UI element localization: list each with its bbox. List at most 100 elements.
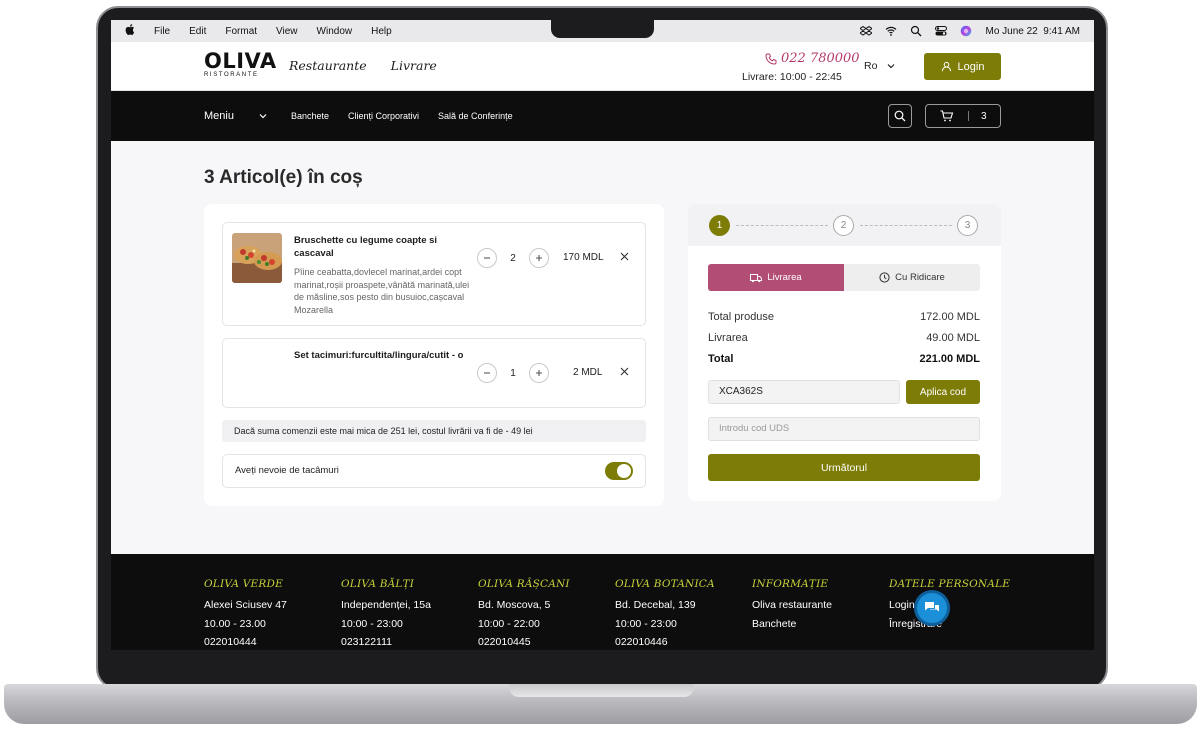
footer-phone[interactable]: 022010446 [615,636,715,649]
close-icon [620,367,629,376]
menubar-edit[interactable]: Edit [189,26,206,37]
product-image[interactable] [232,233,282,283]
footer-phone[interactable]: 023122111 [341,636,431,649]
footer-phone[interactable]: 022010445 [478,636,570,649]
checkout-steps: 1 2 3 [688,204,1001,246]
quantity-stepper: 2 [477,248,549,268]
decrease-button[interactable] [477,363,497,383]
dropbox-icon[interactable] [860,25,873,37]
menubar-view[interactable]: View [276,26,298,37]
step-2[interactable]: 2 [833,215,854,236]
menubar-datetime[interactable]: Mo June 22 9:41 AM [985,26,1080,37]
step-connector [860,225,952,226]
login-button[interactable]: Login [924,53,1001,80]
user-icon [941,61,951,72]
menu-dropdown[interactable]: Meniu [204,110,267,122]
footer-heading: OLIVA VERDE [204,578,283,590]
menubar-window[interactable]: Window [317,26,353,37]
item-price: 2 MDL [573,367,603,378]
decrease-button[interactable] [477,248,497,268]
phone-text: 022 780000 [781,51,860,66]
footer-link[interactable]: Înregistrare [889,618,1010,631]
search-button[interactable] [888,104,912,128]
footer-link[interactable]: Banchete [752,618,832,631]
chat-button[interactable] [914,590,950,626]
category-nav: Meniu Banchete Clienți Corporativi Sală … [111,91,1094,141]
screen: File Edit Format View Window Help Mo Jun… [111,20,1094,650]
nav-clienti-corporativi[interactable]: Clienți Corporativi [348,111,419,121]
cart-separator [968,111,969,121]
close-icon [620,252,629,261]
quantity-value: 1 [510,367,516,379]
promo-code-input[interactable]: XCA362S [708,380,900,404]
order-summary-panel: 1 2 3 Livrarea Cu Ridicare Total produse [688,204,1001,501]
truck-icon [750,273,763,282]
cart-button[interactable]: 3 [925,104,1001,128]
wifi-icon[interactable] [885,25,897,37]
row-label: Total produse [708,311,775,323]
increase-button[interactable] [529,248,549,268]
step-3[interactable]: 3 [957,215,978,236]
oliva-logo[interactable]: OLIVA RISTORANTE [204,51,277,79]
footer-hours: 10.00 - 23.00 [204,617,266,630]
quantity-stepper: 1 [477,363,549,383]
delivery-hours: Livrare: 10:00 - 22:45 [742,71,842,83]
cart-item: Bruschette cu legume coapte si cascaval … [222,222,646,326]
chat-icon [925,602,939,612]
cutlery-toggle[interactable] [605,462,633,480]
plus-icon [536,370,542,376]
menubar-help[interactable]: Help [371,26,392,37]
site-header: OLIVA RISTORANTE Restaurante Livrare 022… [111,42,1094,91]
step-1[interactable]: 1 [709,215,730,236]
footer-phone[interactable]: 022010444 [204,636,287,649]
phone-icon [765,53,777,65]
footer-column: OLIVA BĂLȚI Independenței, 15a 10:00 - 2… [341,578,431,650]
tab-pickup[interactable]: Cu Ridicare [844,264,980,291]
row-value: 172.00 MDL [920,311,980,323]
uds-code-input[interactable]: Introdu cod UDS [708,417,980,441]
nav-restaurante[interactable]: Restaurante [289,58,367,73]
footer-heading: OLIVA RÂȘCANI [478,578,570,590]
footer-heading: OLIVA BOTANICA [615,578,715,590]
summary-row-products: Total produse 172.00 MDL [708,311,980,323]
quantity-value: 2 [510,252,516,264]
phone-number[interactable]: 022 780000 [765,51,860,66]
chevron-down-icon [888,64,895,69]
camera-notch [551,20,654,38]
footer-column: OLIVA RÂȘCANI Bd. Moscova, 5 10:00 - 22:… [478,578,570,650]
siri-icon[interactable] [960,25,972,37]
menubar-format[interactable]: Format [225,26,257,37]
apple-icon[interactable] [125,24,135,38]
nav-banchete[interactable]: Banchete [291,111,329,121]
row-value: 221.00 MDL [919,353,980,365]
delivery-method-tabs: Livrarea Cu Ridicare [708,264,980,291]
search-icon [894,110,906,122]
tab-delivery[interactable]: Livrarea [708,264,844,291]
footer-address: Independenței, 15a [341,599,431,611]
item-price: 170 MDL [563,252,604,263]
laptop-frame: File Edit Format View Window Help Mo Jun… [0,0,1201,729]
nav-livrare[interactable]: Livrare [391,58,437,73]
menubar-file[interactable]: File [154,26,170,37]
control-center-icon[interactable] [935,25,948,37]
remove-item-button[interactable] [620,250,629,264]
footer-address: Alexei Sciusev 47 [204,599,287,611]
apply-code-button[interactable]: Aplica cod [906,380,980,404]
footer-address: Bd. Moscova, 5 [478,599,551,611]
clock-icon [879,272,890,283]
step-connector [736,225,828,226]
summary-row-delivery: Livrarea 49.00 MDL [708,332,980,344]
top-nav: Restaurante Livrare [289,58,437,73]
nav-sala-conferinte[interactable]: Sală de Conferințe [438,111,513,121]
next-button[interactable]: Următorul [708,454,980,481]
increase-button[interactable] [529,363,549,383]
laptop-opening-groove [509,684,694,697]
spotlight-search-icon[interactable] [910,25,922,37]
plus-icon [536,255,542,261]
cutlery-label: Aveți nevoie de tacâmuri [235,465,339,476]
remove-item-button[interactable] [620,365,629,379]
language-selector[interactable]: Ro [864,60,895,72]
footer-link[interactable]: Oliva restaurante [752,599,832,612]
footer-address: Bd. Decebal, 139 [615,599,696,611]
menu-label: Meniu [204,110,234,122]
